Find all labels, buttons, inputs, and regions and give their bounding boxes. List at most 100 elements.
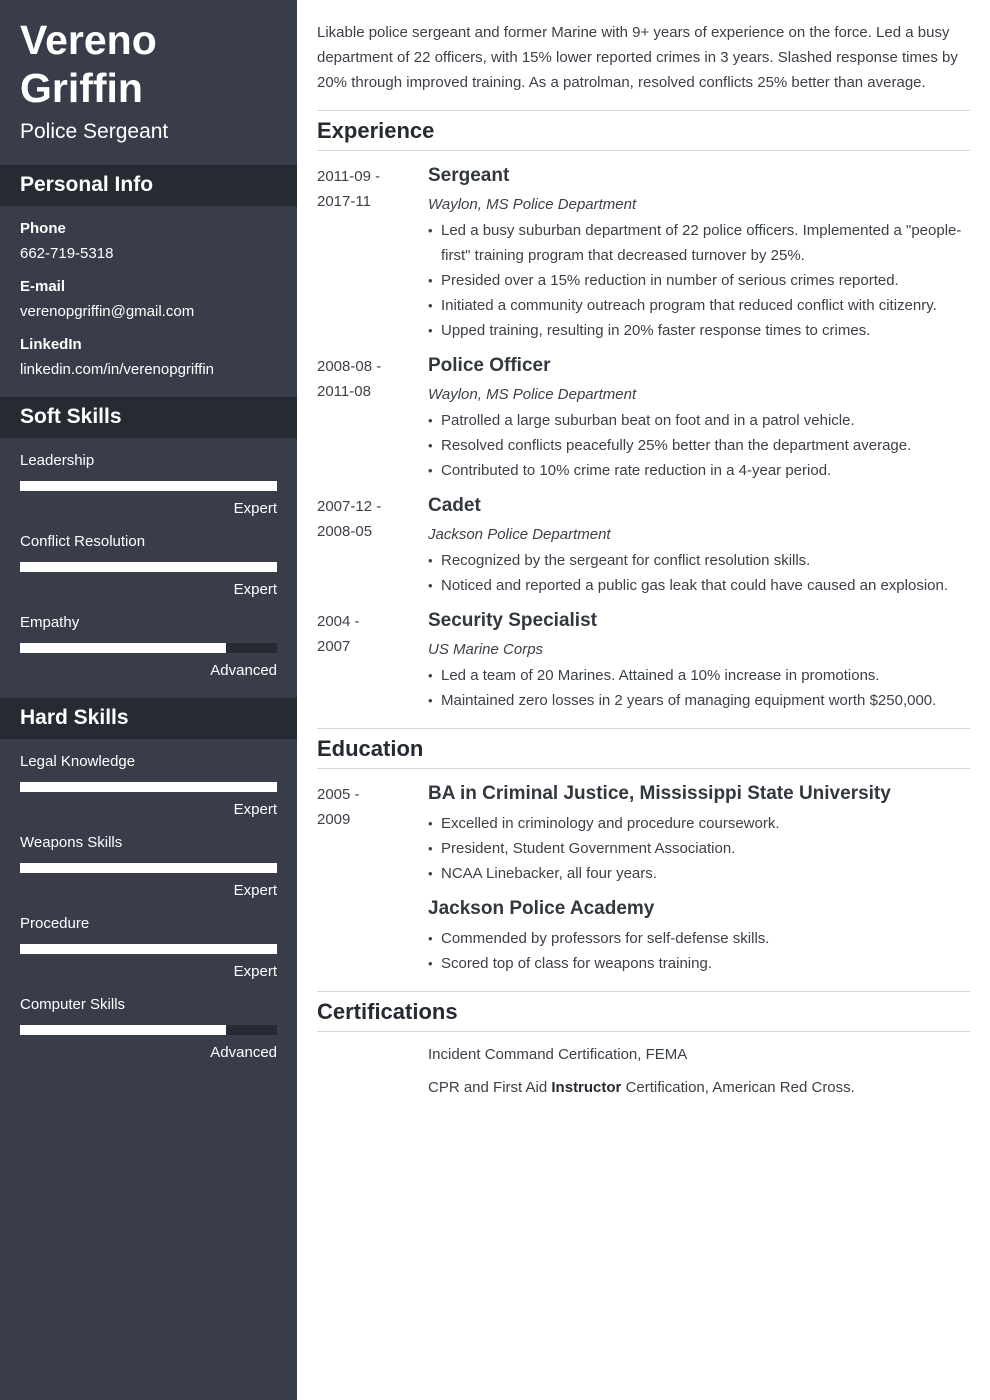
entry-date-start: 2004 - <box>317 613 360 630</box>
certification-item: CPR and First Aid Instructor Certificati… <box>428 1078 855 1098</box>
job-title-entry: Police Officer <box>428 355 551 376</box>
entry-date-start: 2008-08 - <box>317 358 382 375</box>
phone-label: Phone <box>20 220 66 237</box>
skill-level-label: Expert <box>233 801 277 818</box>
section-heading: Hard Skills <box>20 706 129 729</box>
last-name: Griffin <box>20 65 143 111</box>
skill-level-label: Advanced <box>210 1044 277 1061</box>
linkedin-value[interactable]: linkedin.com/in/verenopgriffin <box>20 361 214 379</box>
skill-name: Empathy <box>20 614 80 631</box>
skill-level-fill <box>20 562 277 572</box>
experience-heading: Experience <box>317 118 435 143</box>
school-title: Jackson Police Academy <box>428 898 655 919</box>
entry-date-start: 2011-09 - <box>317 168 381 185</box>
skill-level-fill <box>20 863 277 873</box>
candidate-name: Vereno Griffin <box>20 16 157 112</box>
cert-emphasis: Instructor <box>551 1079 622 1096</box>
bullet-item: Initiated a community outreach program t… <box>428 293 970 318</box>
bullet-list: Led a team of 20 Marines. Attained a 10%… <box>428 663 970 713</box>
skill-level-fill <box>20 782 277 792</box>
skill-level-label: Expert <box>233 882 277 899</box>
summary: Likable police sergeant and former Marin… <box>317 24 958 91</box>
skill-name: Weapons Skills <box>20 834 123 851</box>
email-value[interactable]: verenopgriffin@gmail.com <box>20 303 194 321</box>
education-heading: Education <box>317 736 424 761</box>
skill-name: Legal Knowledge <box>20 753 136 770</box>
skill-level-label: Expert <box>233 963 277 980</box>
skill-level-bar <box>20 1025 277 1035</box>
bullet-item: NCAA Linebacker, all four years. <box>428 861 970 886</box>
divider <box>317 991 970 992</box>
skill-level-bar <box>20 944 277 954</box>
bullet-item: Presided over a 15% reduction in number … <box>428 268 970 293</box>
bullet-list: Recognized by the sergeant for conflict … <box>428 548 970 598</box>
skill-level-label: Advanced <box>210 662 277 679</box>
section-heading: Soft Skills <box>20 405 122 428</box>
employer: Waylon, MS Police Department <box>428 196 637 213</box>
skill-name: Computer Skills <box>20 996 126 1013</box>
bullet-item: Noticed and reported a public gas leak t… <box>428 573 970 598</box>
divider <box>317 1031 970 1032</box>
skill-name: Leadership <box>20 452 95 469</box>
bullet-item: Scored top of class for weapons training… <box>428 951 970 976</box>
skill-level-bar <box>20 481 277 491</box>
employer: Waylon, MS Police Department <box>428 386 637 403</box>
bullet-list: Patrolled a large suburban beat on foot … <box>428 408 970 483</box>
skill-level-label: Expert <box>233 500 277 517</box>
sidebar: Vereno Griffin Police Sergeant Personal … <box>0 0 297 1400</box>
bullet-list: Commended by professors for self-defense… <box>428 926 970 976</box>
bullet-list: Excelled in criminology and procedure co… <box>428 811 970 886</box>
job-title-entry: Security Specialist <box>428 610 597 631</box>
bullet-item: Maintained zero losses in 2 years of man… <box>428 688 970 713</box>
skill-name: Conflict Resolution <box>20 533 146 550</box>
certifications-heading: Certifications <box>317 999 458 1024</box>
soft-skills-header: Soft Skills <box>0 397 297 438</box>
entry-date-start: 2007-12 - <box>317 498 382 515</box>
skill-level-label: Expert <box>233 581 277 598</box>
bullet-item: Upped training, resulting in 20% faster … <box>428 318 970 343</box>
bullet-list: Led a busy suburban department of 22 pol… <box>428 218 970 343</box>
divider <box>317 768 970 769</box>
bullet-item: Excelled in criminology and procedure co… <box>428 811 970 836</box>
bullet-item: Led a busy suburban department of 22 pol… <box>428 218 970 268</box>
cert-text: Incident Command Certification, FEMA <box>428 1046 688 1063</box>
skill-level-fill <box>20 643 226 653</box>
skill-level-bar <box>20 863 277 873</box>
entry-date-end: 2017-11 <box>317 193 371 210</box>
bullet-item: Led a team of 20 Marines. Attained a 10%… <box>428 663 970 688</box>
skill-name: Procedure <box>20 915 90 932</box>
employer: US Marine Corps <box>428 641 544 658</box>
divider <box>317 150 970 151</box>
cert-text: CPR and First Aid <box>428 1079 552 1096</box>
entry-date-start: 2005 - <box>317 786 360 803</box>
skill-level-bar <box>20 643 277 653</box>
linkedin-label: LinkedIn <box>20 336 82 353</box>
personal-info-header: Personal Info <box>0 165 297 206</box>
bullet-item: Resolved conflicts peacefully 25% better… <box>428 433 970 458</box>
skill-level-fill <box>20 481 277 491</box>
bullet-item: President, Student Government Associatio… <box>428 836 970 861</box>
certification-item: Incident Command Certification, FEMA <box>428 1045 687 1065</box>
bullet-item: Patrolled a large suburban beat on foot … <box>428 408 970 433</box>
job-title-entry: Sergeant <box>428 165 510 186</box>
entry-date-end: 2009 <box>317 811 351 828</box>
job-title-entry: Cadet <box>428 495 481 516</box>
skill-level-bar <box>20 562 277 572</box>
skill-level-bar <box>20 782 277 792</box>
entry-date-end: 2007 <box>317 638 351 655</box>
first-name: Vereno <box>20 17 157 63</box>
entry-date-end: 2008-05 <box>317 523 373 540</box>
employer: Jackson Police Department <box>428 526 611 543</box>
entry-date-end: 2011-08 <box>317 383 371 400</box>
section-heading: Personal Info <box>20 173 154 196</box>
bullet-item: Contributed to 10% crime rate reduction … <box>428 458 970 483</box>
job-title: Police Sergeant <box>20 120 169 143</box>
skill-level-fill <box>20 944 277 954</box>
degree-title: BA in Criminal Justice, Mississippi Stat… <box>428 783 891 804</box>
cert-text-after: Certification, American Red Cross. <box>621 1079 855 1096</box>
divider <box>317 728 970 729</box>
bullet-item: Recognized by the sergeant for conflict … <box>428 548 970 573</box>
bullet-item: Commended by professors for self-defense… <box>428 926 970 951</box>
phone-value[interactable]: 662-719-5318 <box>20 245 113 263</box>
skill-level-fill <box>20 1025 226 1035</box>
